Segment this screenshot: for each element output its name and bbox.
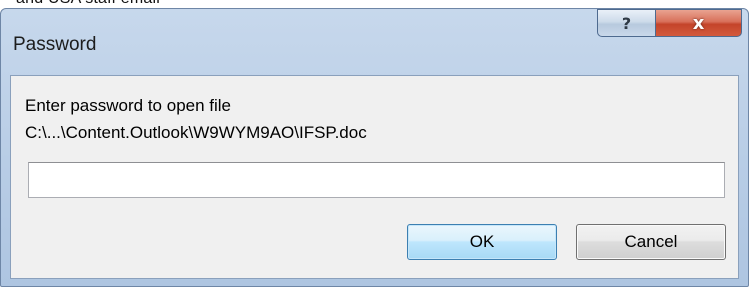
dialog-title: Password xyxy=(13,34,97,55)
close-button[interactable]: x xyxy=(655,9,742,37)
cancel-button[interactable]: Cancel xyxy=(576,224,726,260)
background-document-text: and USA staff email xyxy=(16,0,160,8)
caption-buttons: ? x xyxy=(597,9,742,37)
close-icon: x xyxy=(692,12,705,34)
ok-button[interactable]: OK xyxy=(407,224,557,260)
screen: and USA staff email Password ? x Enter p… xyxy=(0,0,749,287)
dialog-titlebar[interactable]: Password ? x xyxy=(1,9,748,75)
password-input[interactable] xyxy=(28,162,725,198)
password-dialog: Password ? x Enter password to open file… xyxy=(0,8,749,287)
file-path-label: C:\...\Content.Outlook\W9WYM9AO\IFSP.doc xyxy=(25,123,367,142)
help-icon: ? xyxy=(621,13,632,33)
password-prompt-label: Enter password to open file xyxy=(25,96,232,115)
dialog-body: Enter password to open file C:\...\Conte… xyxy=(10,75,739,279)
help-button[interactable]: ? xyxy=(597,9,655,37)
